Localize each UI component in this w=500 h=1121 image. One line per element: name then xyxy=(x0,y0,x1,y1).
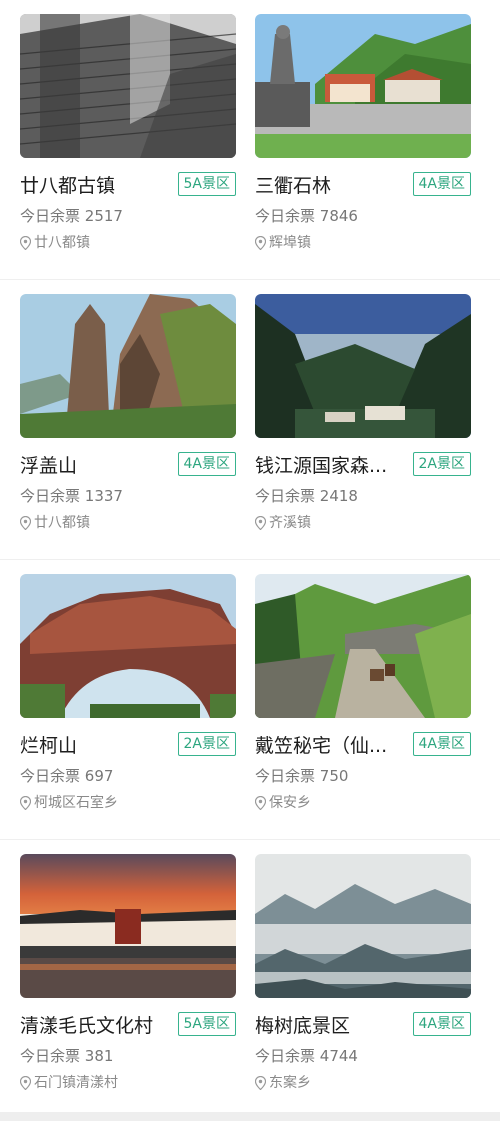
attraction-photo-rock-arch[interactable] xyxy=(20,574,236,718)
attraction-name: 廿八都古镇 xyxy=(20,175,116,197)
location-pin-icon xyxy=(20,516,31,530)
attraction-name: 梅树底景区 xyxy=(255,1015,351,1037)
tickets-remaining: 今日余票 2418 xyxy=(255,487,358,505)
tickets-remaining: 今日余票 697 xyxy=(20,767,114,785)
location-label: 保安乡 xyxy=(269,795,311,811)
attraction-location: 廿八都镇 xyxy=(20,512,236,534)
location-label: 齐溪镇 xyxy=(269,515,311,531)
attraction-card[interactable]: 戴笠秘宅（仙... 4A景区 今日余票 750 保安乡 xyxy=(255,574,471,814)
attraction-card[interactable]: 清漾毛氏文化村 5A景区 今日余票 381 石门镇清漾村 xyxy=(20,854,236,1094)
location-label: 石门镇清漾村 xyxy=(34,1075,118,1091)
attraction-row: 烂柯山 2A景区 今日余票 697 柯城区石室乡 戴笠秘宅（仙... 4A景区 … xyxy=(0,560,500,840)
attraction-location: 廿八都镇 xyxy=(20,232,236,254)
attraction-name: 钱江源国家森... xyxy=(255,455,388,477)
grade-badge: 2A景区 xyxy=(412,452,471,476)
grade-badge: 4A景区 xyxy=(412,172,471,196)
attraction-name: 清漾毛氏文化村 xyxy=(20,1015,154,1037)
attraction-location: 东案乡 xyxy=(255,1072,471,1094)
attraction-location: 石门镇清漾村 xyxy=(20,1072,236,1094)
attraction-name: 浮盖山 xyxy=(20,455,78,477)
bottom-divider xyxy=(0,1112,500,1121)
attraction-grid: 廿八都古镇 5A景区 今日余票 2517 廿八都镇 三衢石林 4A景区 今日余票… xyxy=(0,0,500,1119)
attraction-location: 保安乡 xyxy=(255,792,471,814)
attraction-card[interactable]: 钱江源国家森... 2A景区 今日余票 2418 齐溪镇 xyxy=(255,294,471,534)
attraction-row: 清漾毛氏文化村 5A景区 今日余票 381 石门镇清漾村 梅树底景区 4A景区 … xyxy=(0,840,500,1119)
tickets-remaining: 今日余票 2517 xyxy=(20,207,123,225)
location-pin-icon xyxy=(255,1076,266,1090)
attraction-card[interactable]: 三衢石林 4A景区 今日余票 7846 辉埠镇 xyxy=(255,14,471,254)
attraction-photo-sea-of-clouds[interactable] xyxy=(255,854,471,998)
grade-badge: 5A景区 xyxy=(177,172,236,196)
tickets-remaining: 今日余票 7846 xyxy=(255,207,358,225)
attraction-photo-granite-peak[interactable] xyxy=(20,294,236,438)
attraction-photo-old-town[interactable] xyxy=(20,14,236,158)
attraction-name: 三衢石林 xyxy=(255,175,332,197)
attraction-location: 柯城区石室乡 xyxy=(20,792,236,814)
attraction-location: 辉埠镇 xyxy=(255,232,471,254)
grade-badge: 4A景区 xyxy=(412,1012,471,1036)
attraction-name: 烂柯山 xyxy=(20,735,78,757)
location-label: 廿八都镇 xyxy=(34,515,90,531)
grade-badge: 2A景区 xyxy=(177,732,236,756)
tickets-remaining: 今日余票 1337 xyxy=(20,487,123,505)
tickets-remaining: 今日余票 4744 xyxy=(255,1047,358,1065)
attraction-card[interactable]: 浮盖山 4A景区 今日余票 1337 廿八都镇 xyxy=(20,294,236,534)
attraction-card[interactable]: 廿八都古镇 5A景区 今日余票 2517 廿八都镇 xyxy=(20,14,236,254)
location-pin-icon xyxy=(255,236,266,250)
location-label: 柯城区石室乡 xyxy=(34,795,118,811)
attraction-name: 戴笠秘宅（仙... xyxy=(255,735,388,757)
location-label: 东案乡 xyxy=(269,1075,311,1091)
tickets-remaining: 今日余票 750 xyxy=(255,767,349,785)
location-pin-icon xyxy=(255,516,266,530)
attraction-location: 齐溪镇 xyxy=(255,512,471,534)
location-pin-icon xyxy=(20,1076,31,1090)
attraction-photo-mountain-path[interactable] xyxy=(255,574,471,718)
attraction-photo-village-sunset[interactable] xyxy=(20,854,236,998)
attraction-photo-misty-valley[interactable] xyxy=(255,294,471,438)
attraction-card[interactable]: 烂柯山 2A景区 今日余票 697 柯城区石室乡 xyxy=(20,574,236,814)
attraction-card[interactable]: 梅树底景区 4A景区 今日余票 4744 东案乡 xyxy=(255,854,471,1094)
attraction-photo-stone-forest[interactable] xyxy=(255,14,471,158)
location-pin-icon xyxy=(20,796,31,810)
tickets-remaining: 今日余票 381 xyxy=(20,1047,114,1065)
grade-badge: 4A景区 xyxy=(412,732,471,756)
attraction-row: 廿八都古镇 5A景区 今日余票 2517 廿八都镇 三衢石林 4A景区 今日余票… xyxy=(0,0,500,280)
location-pin-icon xyxy=(255,796,266,810)
grade-badge: 5A景区 xyxy=(177,1012,236,1036)
location-label: 辉埠镇 xyxy=(269,235,311,251)
grade-badge: 4A景区 xyxy=(177,452,236,476)
location-label: 廿八都镇 xyxy=(34,235,90,251)
attraction-row: 浮盖山 4A景区 今日余票 1337 廿八都镇 钱江源国家森... 2A景区 今… xyxy=(0,280,500,560)
location-pin-icon xyxy=(20,236,31,250)
